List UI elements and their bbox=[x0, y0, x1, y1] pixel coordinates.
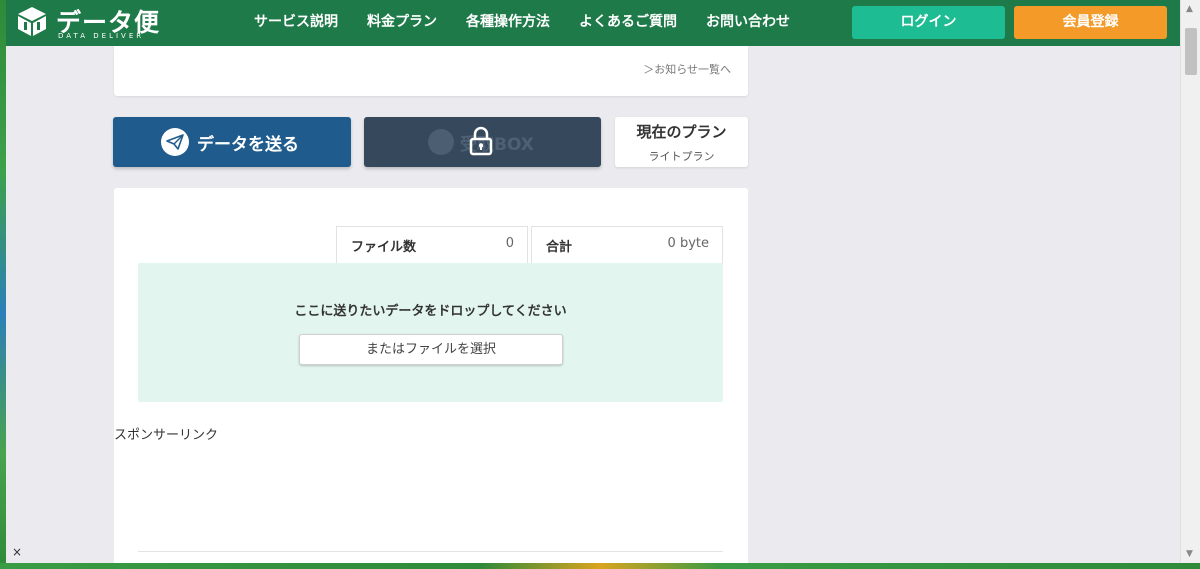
scrollbar-thumb[interactable] bbox=[1185, 28, 1197, 75]
logo-subtitle: DATA DELIVER bbox=[58, 32, 145, 40]
main-nav: サービス説明 料金プラン 各種操作方法 よくあるご質問 お問い合わせ bbox=[254, 0, 819, 46]
nav-pricing[interactable]: 料金プラン bbox=[367, 0, 437, 46]
scroll-down-arrow-icon[interactable]: ▼ bbox=[1186, 549, 1193, 559]
nav-service[interactable]: サービス説明 bbox=[254, 0, 338, 46]
dropzone-text: ここに送りたいデータをドロップしてください bbox=[294, 304, 567, 319]
close-icon[interactable]: × bbox=[12, 545, 22, 559]
total-size-value: 0 byte bbox=[667, 236, 709, 251]
register-button[interactable]: 会員登録 bbox=[1014, 6, 1167, 39]
file-count-box: ファイル数 0 bbox=[336, 226, 528, 264]
current-plan-card: 現在のプラン ライトプラン bbox=[615, 117, 748, 167]
send-data-button[interactable]: データを送る bbox=[113, 117, 351, 167]
lock-icon bbox=[469, 126, 493, 156]
sponsor-label: スポンサーリンク bbox=[114, 428, 219, 443]
inbox-icon bbox=[428, 129, 454, 155]
scroll-up-arrow-icon[interactable]: ▲ bbox=[1186, 4, 1193, 14]
paper-plane-icon bbox=[161, 128, 189, 156]
nav-howto[interactable]: 各種操作方法 bbox=[466, 0, 550, 46]
send-data-label: データを送る bbox=[197, 135, 299, 155]
browser-page: データ便 DATA DELIVER サービス説明 料金プラン 各種操作方法 よく… bbox=[6, 0, 1180, 563]
file-count-value: 0 bbox=[505, 236, 514, 251]
desktop-wallpaper-bottom bbox=[0, 563, 1200, 569]
nav-contact[interactable]: お問い合わせ bbox=[706, 0, 790, 46]
total-size-box: 合計 0 byte bbox=[531, 226, 723, 264]
site-header: データ便 DATA DELIVER サービス説明 料金プラン 各種操作方法 よく… bbox=[6, 0, 1180, 46]
plan-name: ライトプラン bbox=[648, 150, 715, 163]
plan-title: 現在のプラン bbox=[636, 123, 727, 141]
cube-logo-icon bbox=[18, 7, 46, 36]
upload-card: ファイル数 0 合計 0 byte ここに送りたいデータをドロップしてください … bbox=[114, 188, 748, 563]
login-button[interactable]: ログイン bbox=[852, 6, 1005, 39]
site-logo[interactable]: データ便 DATA DELIVER bbox=[16, 3, 166, 43]
total-size-label: 合計 bbox=[546, 240, 573, 255]
file-count-label: ファイル数 bbox=[351, 240, 417, 255]
file-select-button[interactable]: またはファイルを選択 bbox=[299, 334, 563, 365]
file-dropzone[interactable]: ここに送りたいデータをドロップしてください またはファイルを選択 bbox=[138, 263, 723, 402]
news-list-link[interactable]: ＞お知らせ一覧へ bbox=[643, 61, 731, 77]
vertical-scrollbar[interactable]: ▲ ▼ bbox=[1180, 0, 1200, 563]
nav-faq[interactable]: よくあるご質問 bbox=[579, 0, 677, 46]
receive-box-button[interactable]: 受取BOX bbox=[364, 117, 601, 167]
news-card: ＞お知らせ一覧へ bbox=[114, 46, 748, 96]
divider bbox=[138, 551, 723, 552]
